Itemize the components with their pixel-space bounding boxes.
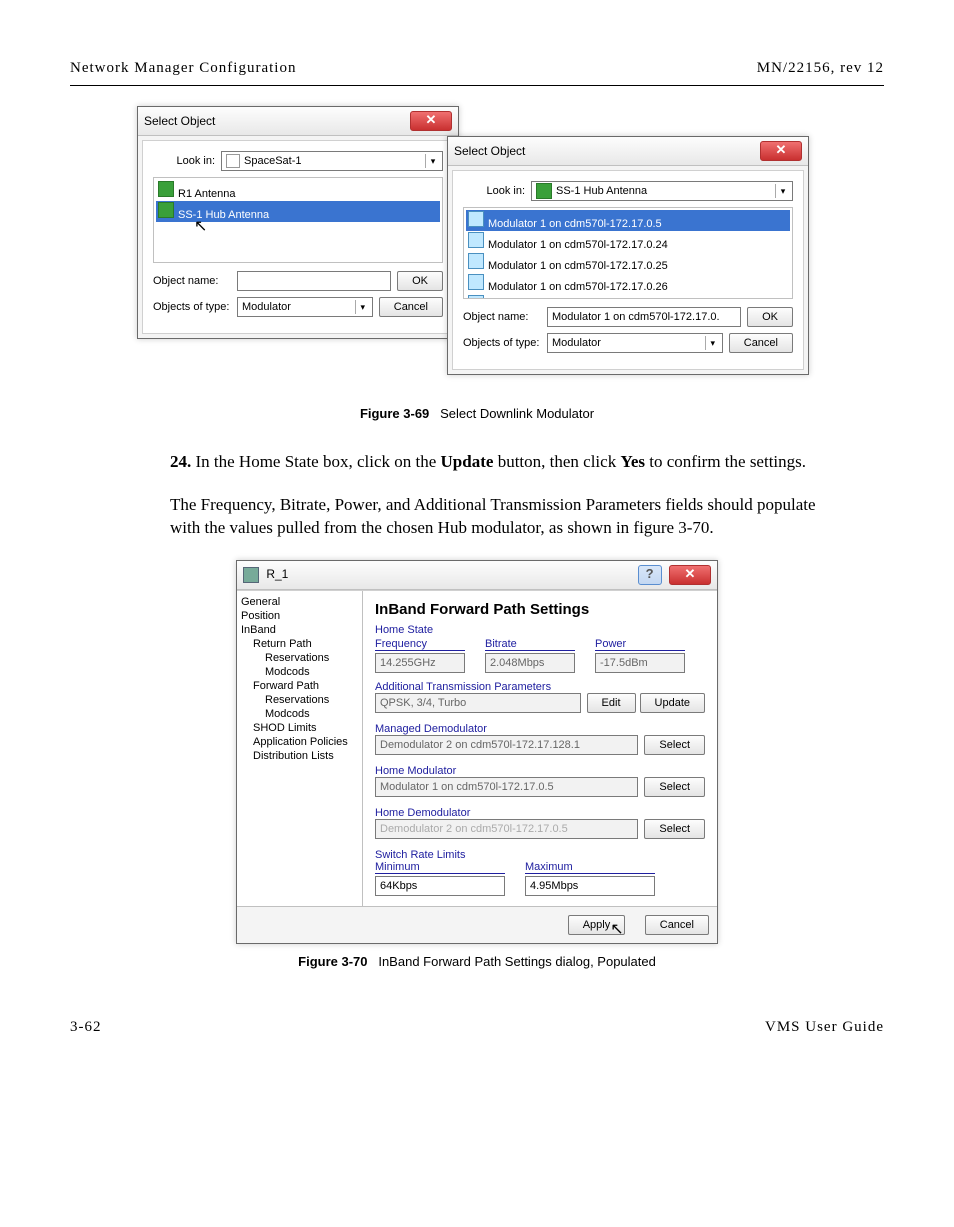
power-label: Power bbox=[595, 638, 685, 651]
look-in-combo[interactable]: SpaceSat-1 ▾ bbox=[221, 151, 443, 171]
look-in-label: Look in: bbox=[153, 155, 215, 167]
close-icon[interactable]: ✕ bbox=[410, 111, 452, 131]
frequency-label: Frequency bbox=[375, 638, 465, 651]
chevron-down-icon: ▾ bbox=[425, 154, 440, 168]
managed-demod-field bbox=[375, 735, 638, 755]
select-button[interactable]: Select bbox=[644, 819, 705, 839]
tree-node[interactable]: Reservations bbox=[241, 693, 358, 707]
list-item[interactable]: Modulator 1 on cdm570l-172.17.0.24 bbox=[466, 231, 790, 252]
home-state-label: Home State bbox=[375, 624, 705, 636]
modulator-icon bbox=[468, 295, 484, 299]
look-in-value: SpaceSat-1 bbox=[244, 155, 301, 167]
header-left: Network Manager Configuration bbox=[70, 60, 296, 77]
app-icon bbox=[243, 567, 259, 583]
footer-left: 3-62 bbox=[70, 1019, 102, 1036]
close-icon[interactable]: ✕ bbox=[669, 565, 711, 585]
objects-of-type-combo[interactable]: Modulator ▾ bbox=[237, 297, 373, 317]
tree-node[interactable]: Modcods bbox=[241, 707, 358, 721]
help-icon[interactable]: ? bbox=[638, 565, 662, 585]
modulator-icon bbox=[468, 232, 484, 248]
frequency-field bbox=[375, 653, 465, 673]
select-button[interactable]: Select bbox=[644, 777, 705, 797]
home-mod-label: Home Modulator bbox=[375, 765, 705, 777]
figure-caption-70: Figure 3-70 InBand Forward Path Settings… bbox=[70, 954, 884, 969]
select-object-dialog-right: Select Object ✕ Look in: SS-1 Hub Antenn… bbox=[447, 136, 809, 375]
object-name-input[interactable] bbox=[237, 271, 391, 291]
power-field bbox=[595, 653, 685, 673]
list-item[interactable]: Modulator 1 on cdm570l-172.17.0.27 bbox=[466, 294, 790, 299]
ok-button[interactable]: OK bbox=[747, 307, 793, 327]
minimum-label: Minimum bbox=[375, 861, 505, 874]
footer-right: VMS User Guide bbox=[765, 1019, 884, 1036]
objects-of-type-label: Objects of type: bbox=[463, 337, 541, 349]
object-name-input[interactable] bbox=[547, 307, 741, 327]
object-list[interactable]: R1 Antenna SS-1 Hub Antenna ↖ bbox=[153, 177, 443, 263]
maximum-label: Maximum bbox=[525, 861, 655, 874]
objects-of-type-label: Objects of type: bbox=[153, 301, 231, 313]
step-24-para: The Frequency, Bitrate, Power, and Addit… bbox=[170, 494, 844, 540]
select-button[interactable]: Select bbox=[644, 735, 705, 755]
tree-node[interactable]: Position bbox=[241, 609, 358, 623]
panel-heading: InBand Forward Path Settings bbox=[375, 601, 705, 618]
update-button[interactable]: Update bbox=[640, 693, 705, 713]
object-name-label: Object name: bbox=[153, 275, 231, 287]
modulator-icon bbox=[468, 274, 484, 290]
chevron-down-icon: ▾ bbox=[775, 184, 790, 198]
maximum-field[interactable] bbox=[525, 876, 655, 896]
tree-node[interactable]: InBand bbox=[241, 623, 358, 637]
edit-button[interactable]: Edit bbox=[587, 693, 636, 713]
chevron-down-icon: ▾ bbox=[355, 300, 370, 314]
home-mod-field bbox=[375, 777, 638, 797]
object-list[interactable]: Modulator 1 on cdm570l-172.17.0.5 Modula… bbox=[463, 207, 793, 299]
dialog-title: R_1 bbox=[266, 567, 288, 581]
list-item[interactable]: Modulator 1 on cdm570l-172.17.0.25 bbox=[466, 252, 790, 273]
object-name-label: Object name: bbox=[463, 311, 541, 323]
objects-of-type-combo[interactable]: Modulator ▾ bbox=[547, 333, 723, 353]
list-item[interactable]: R1 Antenna bbox=[156, 180, 440, 201]
atp-label: Additional Transmission Parameters bbox=[375, 681, 705, 693]
cancel-button[interactable]: Cancel bbox=[729, 333, 793, 353]
close-icon[interactable]: ✕ bbox=[760, 141, 802, 161]
dialog-title: Select Object bbox=[454, 144, 525, 158]
step-24: 24. In the Home State box, click on the … bbox=[170, 451, 844, 474]
modulator-icon bbox=[468, 211, 484, 227]
home-demod-label: Home Demodulator bbox=[375, 807, 705, 819]
header-rule bbox=[70, 85, 884, 86]
home-demod-field bbox=[375, 819, 638, 839]
cancel-button[interactable]: Cancel bbox=[645, 915, 709, 935]
tree-node[interactable]: Reservations bbox=[241, 651, 358, 665]
look-in-label: Look in: bbox=[463, 185, 525, 197]
ok-button[interactable]: OK bbox=[397, 271, 443, 291]
tree-node[interactable]: Distribution Lists bbox=[241, 749, 358, 763]
antenna-icon bbox=[158, 181, 174, 197]
minimum-field[interactable] bbox=[375, 876, 505, 896]
cancel-button[interactable]: Cancel bbox=[379, 297, 443, 317]
managed-demod-label: Managed Demodulator bbox=[375, 723, 705, 735]
switch-rate-limits-label: Switch Rate Limits bbox=[375, 849, 705, 861]
tree-node[interactable]: General bbox=[241, 595, 358, 609]
modulator-icon bbox=[468, 253, 484, 269]
antenna-icon bbox=[158, 202, 174, 218]
nav-tree[interactable]: General Position InBand Return Path Rese… bbox=[237, 591, 363, 906]
header-right: MN/22156, rev 12 bbox=[757, 60, 884, 77]
atp-field bbox=[375, 693, 581, 713]
list-item[interactable]: Modulator 1 on cdm570l-172.17.0.5 bbox=[466, 210, 790, 231]
bitrate-field bbox=[485, 653, 575, 673]
chevron-down-icon: ▾ bbox=[705, 336, 720, 350]
dialog-title: Select Object bbox=[144, 114, 215, 128]
tree-node[interactable]: Application Policies bbox=[241, 735, 358, 749]
tree-node[interactable]: Forward Path bbox=[241, 679, 358, 693]
look-in-combo[interactable]: SS-1 Hub Antenna ▾ bbox=[531, 181, 793, 201]
look-in-value: SS-1 Hub Antenna bbox=[556, 185, 647, 197]
tree-node[interactable]: Modcods bbox=[241, 665, 358, 679]
figure-caption-69: Figure 3-69 Select Downlink Modulator bbox=[70, 406, 884, 421]
tree-node[interactable]: SHOD Limits bbox=[241, 721, 358, 735]
list-item[interactable]: Modulator 1 on cdm570l-172.17.0.26 bbox=[466, 273, 790, 294]
inband-forward-path-dialog: R_1 ? ✕ General Position InBand Return P… bbox=[236, 560, 718, 944]
tree-node[interactable]: Return Path bbox=[241, 637, 358, 651]
antenna-icon bbox=[536, 183, 552, 199]
select-object-dialog-left: Select Object ✕ Look in: SpaceSat-1 ▾ R1… bbox=[137, 106, 459, 339]
bitrate-label: Bitrate bbox=[485, 638, 575, 651]
